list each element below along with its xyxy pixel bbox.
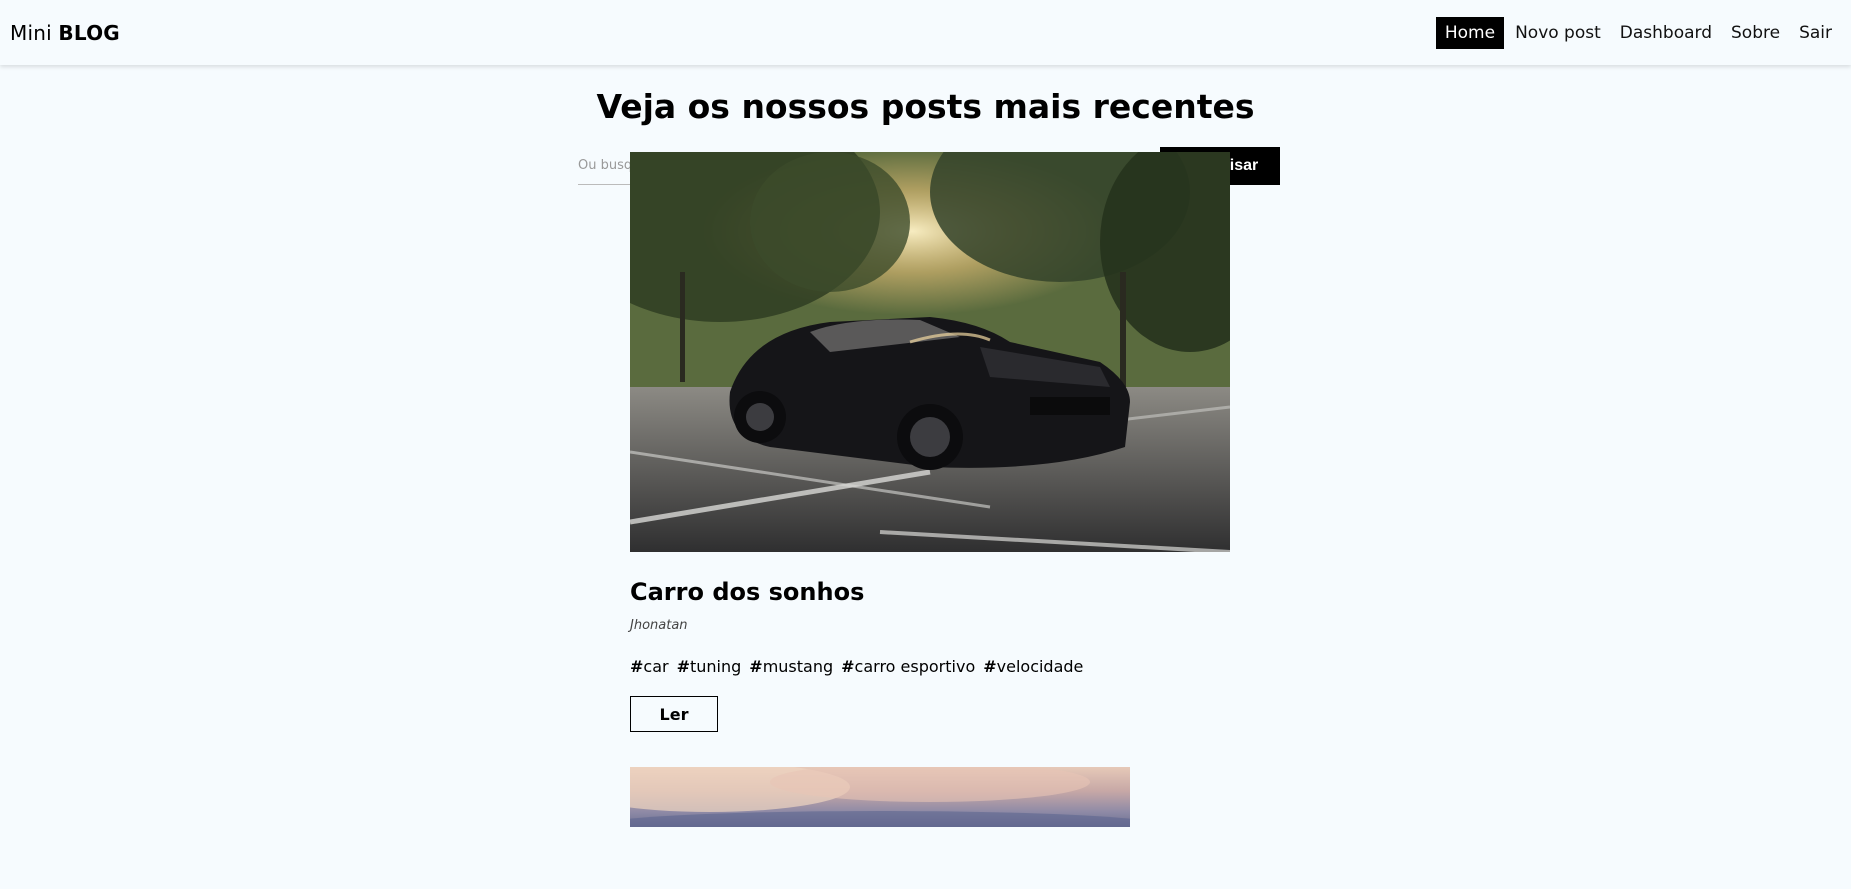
nav-link-sobre[interactable]: Sobre: [1722, 17, 1789, 49]
tag-name: car: [643, 657, 669, 676]
post-title: Carro dos sonhos: [630, 578, 865, 606]
nav-link-dashboard[interactable]: Dashboard: [1611, 17, 1721, 49]
nav-link-home[interactable]: Home: [1435, 16, 1505, 49]
sky-photo-icon: [630, 767, 1130, 827]
tag-tuning: #tuning: [677, 657, 742, 676]
car-photo-icon: [630, 152, 1230, 552]
brand-logo[interactable]: Mini BLOG: [10, 21, 120, 45]
post-tags: #car #tuning #mustang #carro esportivo #…: [630, 657, 1230, 676]
tag-mustang: #mustang: [749, 657, 833, 676]
post-author: Jhonatan: [630, 618, 688, 633]
navbar: Mini BLOG Home Novo post Dashboard Sobre…: [0, 0, 1851, 65]
post-card: Carro dos sonhos Jhonatan #car #tuning #…: [630, 152, 1230, 732]
tag-name: carro esportivo: [854, 657, 976, 676]
tag-name: tuning: [690, 657, 742, 676]
tag-name: mustang: [762, 657, 834, 676]
nav-links: Home Novo post Dashboard Sobre Sair: [1435, 16, 1841, 49]
tag-hash: #: [676, 657, 690, 676]
tag-velocidade: #velocidade: [983, 657, 1083, 676]
nav-link-novo-post[interactable]: Novo post: [1506, 17, 1610, 49]
page-title: Veja os nossos posts mais recentes: [596, 87, 1255, 126]
nav-link-sair[interactable]: Sair: [1790, 17, 1841, 49]
tag-car: #car: [630, 657, 669, 676]
tag-hash: #: [749, 657, 763, 676]
brand-light-text: Mini: [10, 20, 59, 45]
tag-name: velocidade: [996, 657, 1084, 676]
tag-hash: #: [983, 657, 997, 676]
brand-bold-text: BLOG: [58, 20, 120, 45]
read-button[interactable]: Ler: [630, 696, 718, 732]
tag-hash: #: [841, 657, 855, 676]
tag-hash: #: [630, 657, 644, 676]
tag-carro-esportivo: #carro esportivo: [841, 657, 975, 676]
